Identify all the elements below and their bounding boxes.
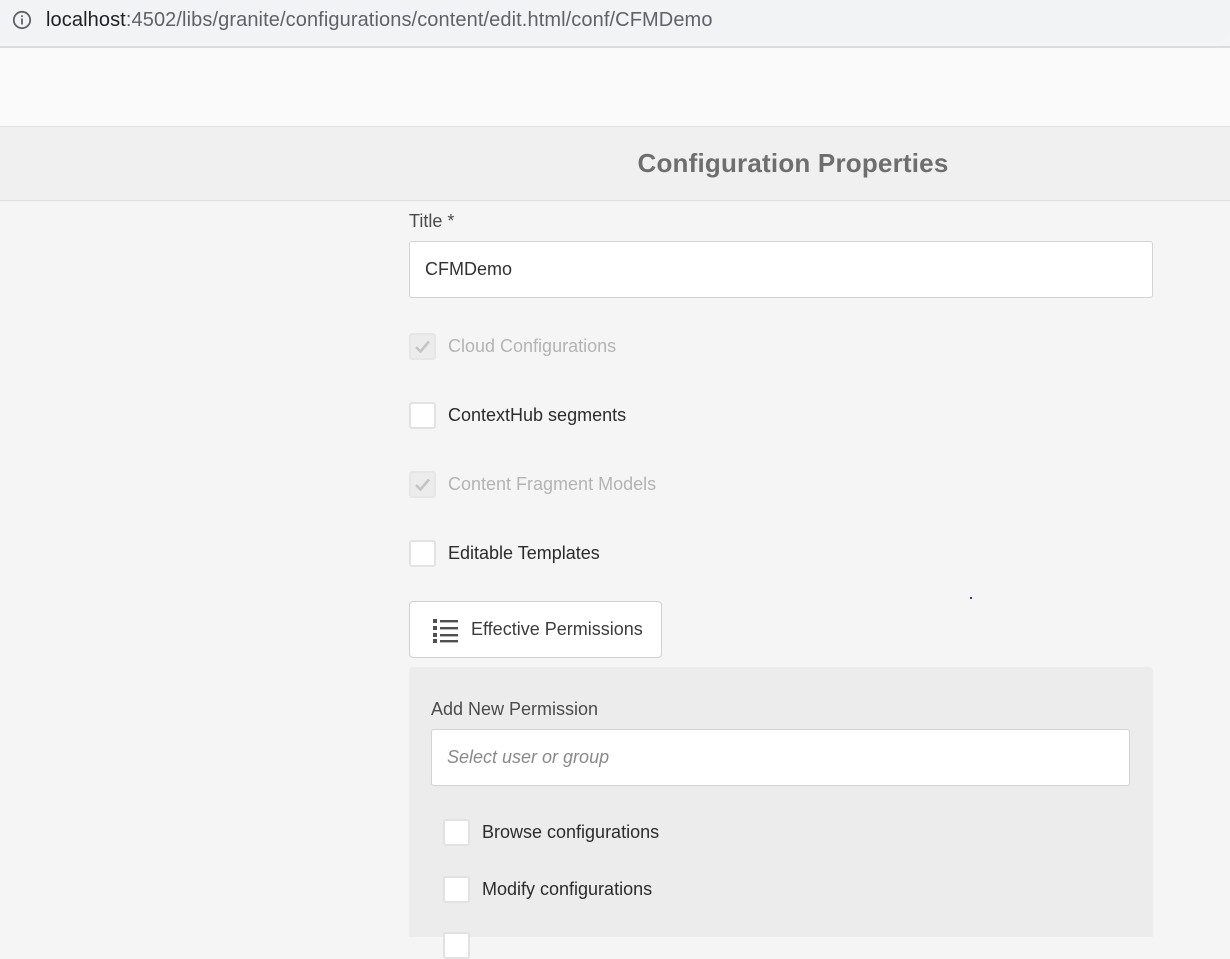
checkbox-browse-configurations[interactable] bbox=[443, 818, 470, 846]
checkmark-icon bbox=[415, 340, 430, 353]
option-label: Editable Templates bbox=[448, 542, 600, 563]
page-title: Configuration Properties bbox=[637, 148, 949, 178]
permission-label: Browse configurations bbox=[482, 821, 660, 842]
title-input-value: CFMDemo bbox=[425, 259, 513, 279]
permission-browse-configurations[interactable]: Browse configurations bbox=[443, 818, 659, 846]
permission-modify-configurations[interactable]: Modify configurations bbox=[443, 875, 652, 903]
checkbox-editable-templates[interactable] bbox=[409, 539, 436, 567]
option-label: Content Fragment Models bbox=[448, 473, 657, 494]
stray-dot bbox=[970, 597, 972, 599]
permission-label: Modify configurations bbox=[482, 878, 653, 899]
title-label: Title * bbox=[409, 211, 455, 231]
checkmark-icon bbox=[415, 478, 430, 491]
option-editable-templates[interactable]: Editable Templates bbox=[409, 539, 600, 567]
option-cloud-configurations[interactable]: Cloud Configurations bbox=[409, 332, 616, 360]
option-label: ContextHub segments bbox=[448, 404, 627, 425]
add-permission-label: Add New Permission bbox=[431, 699, 599, 719]
checkbox-next-permission[interactable] bbox=[443, 932, 470, 959]
effective-permissions-button[interactable]: Effective Permissions bbox=[409, 601, 662, 658]
checkbox-modify-configurations[interactable] bbox=[443, 875, 470, 903]
option-label: Cloud Configurations bbox=[448, 335, 617, 356]
checkbox-content-fragment-models[interactable] bbox=[409, 470, 436, 498]
user-group-placeholder: Select user or group bbox=[447, 747, 610, 767]
list-icon bbox=[433, 618, 458, 643]
checkbox-contexthub-segments[interactable] bbox=[409, 401, 436, 429]
effective-permissions-label: Effective Permissions bbox=[471, 619, 643, 639]
checkbox-cloud-configurations[interactable] bbox=[409, 332, 436, 360]
option-content-fragment-models[interactable]: Content Fragment Models bbox=[409, 470, 656, 498]
title-input[interactable]: CFMDemo bbox=[409, 241, 1153, 298]
option-contexthub-segments[interactable]: ContextHub segments bbox=[409, 401, 626, 429]
user-group-input[interactable]: Select user or group bbox=[431, 729, 1130, 786]
